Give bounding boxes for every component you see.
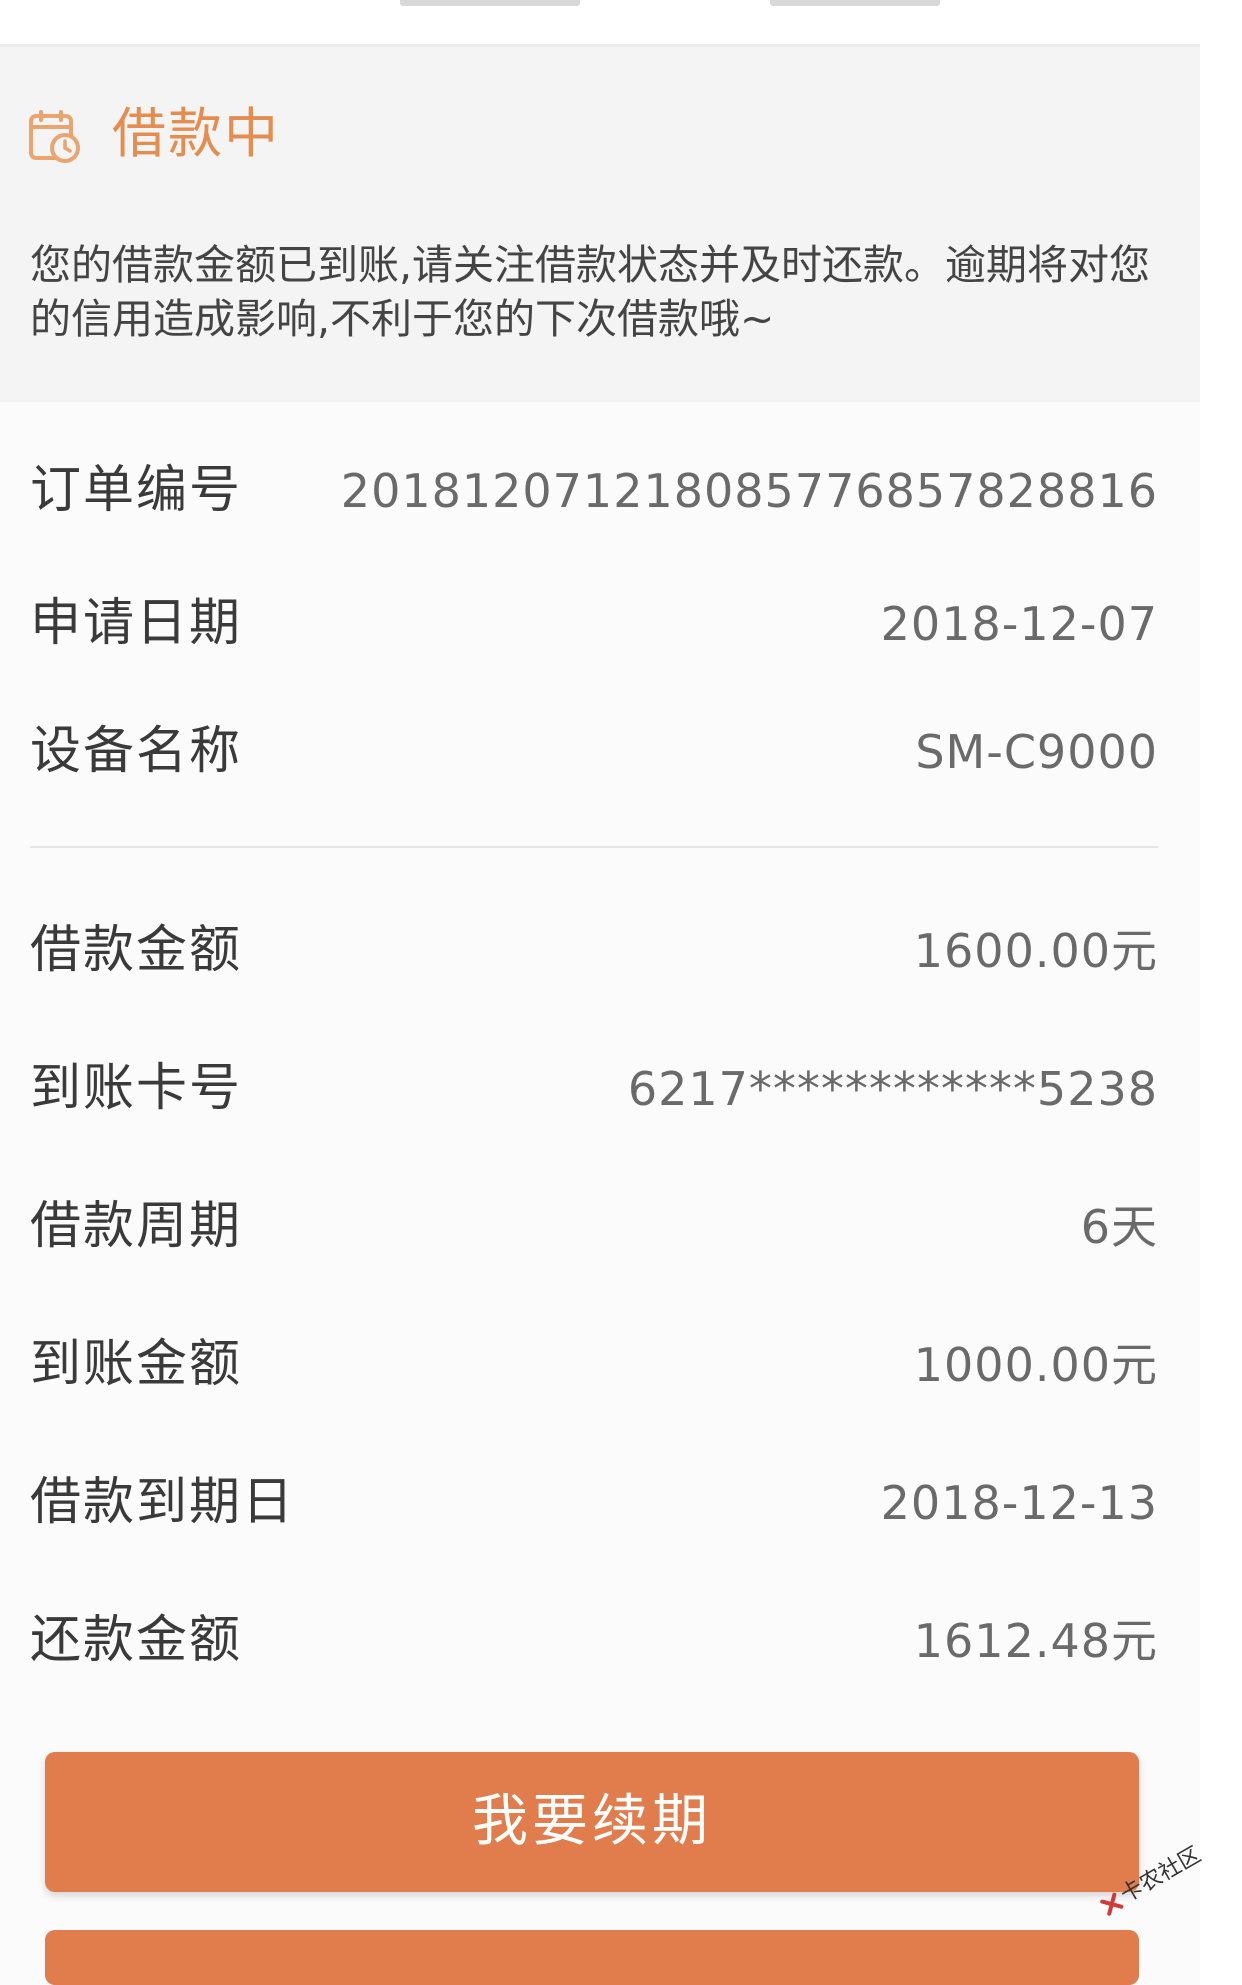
top-strip [0,0,1200,47]
loan-status-description: 您的借款金额已到账,请关注借款状态并及时还款。逾期将对您的信用造成影响,不利于您… [30,241,1151,343]
apply-date-label: 申请日期 [30,594,243,653]
loan-amount-row: 借款金额 1600.00元 [30,911,1158,991]
repay-amount-label: 还款金额 [30,1611,243,1670]
card-number-label: 到账卡号 [30,1059,243,1118]
clipped-tab-text [400,0,580,6]
secondary-action-button[interactable] [45,1930,1139,1985]
apply-date-row: 申请日期 2018-12-07 [30,584,1158,664]
due-date-label: 借款到期日 [30,1473,296,1532]
received-amount-label: 到账金额 [30,1335,243,1394]
due-date-value: 2018-12-13 [880,1476,1158,1530]
loan-period-row: 借款周期 6天 [30,1187,1158,1267]
card-number-row: 到账卡号 6217************5238 [30,1049,1158,1129]
section-divider [30,846,1158,848]
repay-amount-row: 还款金额 1612.48元 [30,1601,1158,1681]
clipped-tab-text [770,0,940,6]
loan-period-label: 借款周期 [30,1197,243,1256]
loan-period-value: 6天 [1080,1200,1158,1254]
loan-status-title: 借款中 [112,102,280,165]
loan-status-card: 借款中 您的借款金额已到账,请关注借款状态并及时还款。逾期将对您的信用造成影响,… [0,47,1200,402]
content-area: 借款中 您的借款金额已到账,请关注借款状态并及时还款。逾期将对您的信用造成影响,… [0,0,1200,1985]
device-name-value: SM-C9000 [915,725,1158,779]
calendar-clock-icon [29,110,80,163]
device-name-label: 设备名称 [30,722,243,781]
loan-amount-value: 1600.00元 [913,924,1158,978]
loan-detail-page: 借款中 您的借款金额已到账,请关注借款状态并及时还款。逾期将对您的信用造成影响,… [0,0,1242,1985]
order-number-value: 20181207121808577685782881​6 [340,464,1158,518]
due-date-row: 借款到期日 2018-12-13 [30,1463,1158,1543]
repay-amount-value: 1612.48元 [913,1614,1158,1668]
renew-button[interactable]: 我要续期 [45,1752,1139,1892]
loan-amount-label: 借款金额 [30,921,243,980]
received-amount-row: 到账金额 1000.00元 [30,1325,1158,1405]
order-number-row: 订单编号 20181207121808577685782881​6 [30,451,1158,531]
received-amount-value: 1000.00元 [913,1338,1158,1392]
device-name-row: 设备名称 SM-C9000 [30,712,1158,792]
card-number-value: 6217************5238 [627,1062,1158,1116]
apply-date-value: 2018-12-07 [880,597,1158,651]
order-number-label: 订单编号 [30,461,243,520]
